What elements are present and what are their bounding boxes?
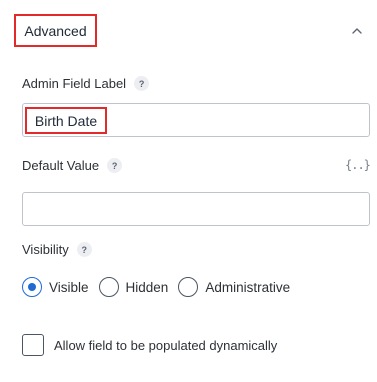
visibility-label-row: Visibility ? <box>22 242 92 257</box>
admin-field-label-row: Admin Field Label ? <box>22 76 150 91</box>
visibility-option-label: Visible <box>49 279 89 295</box>
chevron-up-icon[interactable] <box>350 25 364 37</box>
visibility-option-label: Hidden <box>125 279 169 295</box>
help-icon[interactable]: ? <box>76 242 92 257</box>
radio-button[interactable] <box>98 277 119 297</box>
advanced-section-header[interactable]: Advanced <box>14 14 97 47</box>
visibility-radio-group: Visible Hidden Administrative <box>22 275 300 299</box>
merge-tags-icon[interactable]: {..} <box>345 158 371 172</box>
radio-button[interactable] <box>178 277 199 297</box>
default-value-label: Default Value <box>22 158 100 173</box>
radio-button-selected[interactable] <box>22 277 42 297</box>
dynamic-population-checkbox[interactable] <box>22 334 44 356</box>
dynamic-population-row[interactable]: Allow field to be populated dynamically <box>22 334 277 356</box>
admin-field-label: Admin Field Label <box>22 76 127 91</box>
visibility-option-administrative[interactable]: Administrative <box>178 277 290 297</box>
visibility-option-label: Administrative <box>205 279 291 295</box>
dynamic-population-label: Allow field to be populated dynamically <box>54 337 278 353</box>
admin-field-label-value-text: Birth Date <box>34 112 98 129</box>
default-value-label-row: Default Value ? <box>22 158 123 173</box>
section-title: Advanced <box>24 22 87 39</box>
visibility-option-hidden[interactable]: Hidden <box>98 277 169 297</box>
help-icon[interactable]: ? <box>107 158 123 173</box>
radio-dot <box>28 283 36 291</box>
visibility-label: Visibility <box>22 242 69 257</box>
admin-field-label-value: Birth Date <box>25 107 107 134</box>
advanced-settings-panel: Advanced Admin Field Label ? Birth Date … <box>0 0 377 382</box>
default-value-input[interactable] <box>22 192 370 226</box>
visibility-option-visible[interactable]: Visible <box>22 277 89 297</box>
help-icon[interactable]: ? <box>134 76 150 91</box>
